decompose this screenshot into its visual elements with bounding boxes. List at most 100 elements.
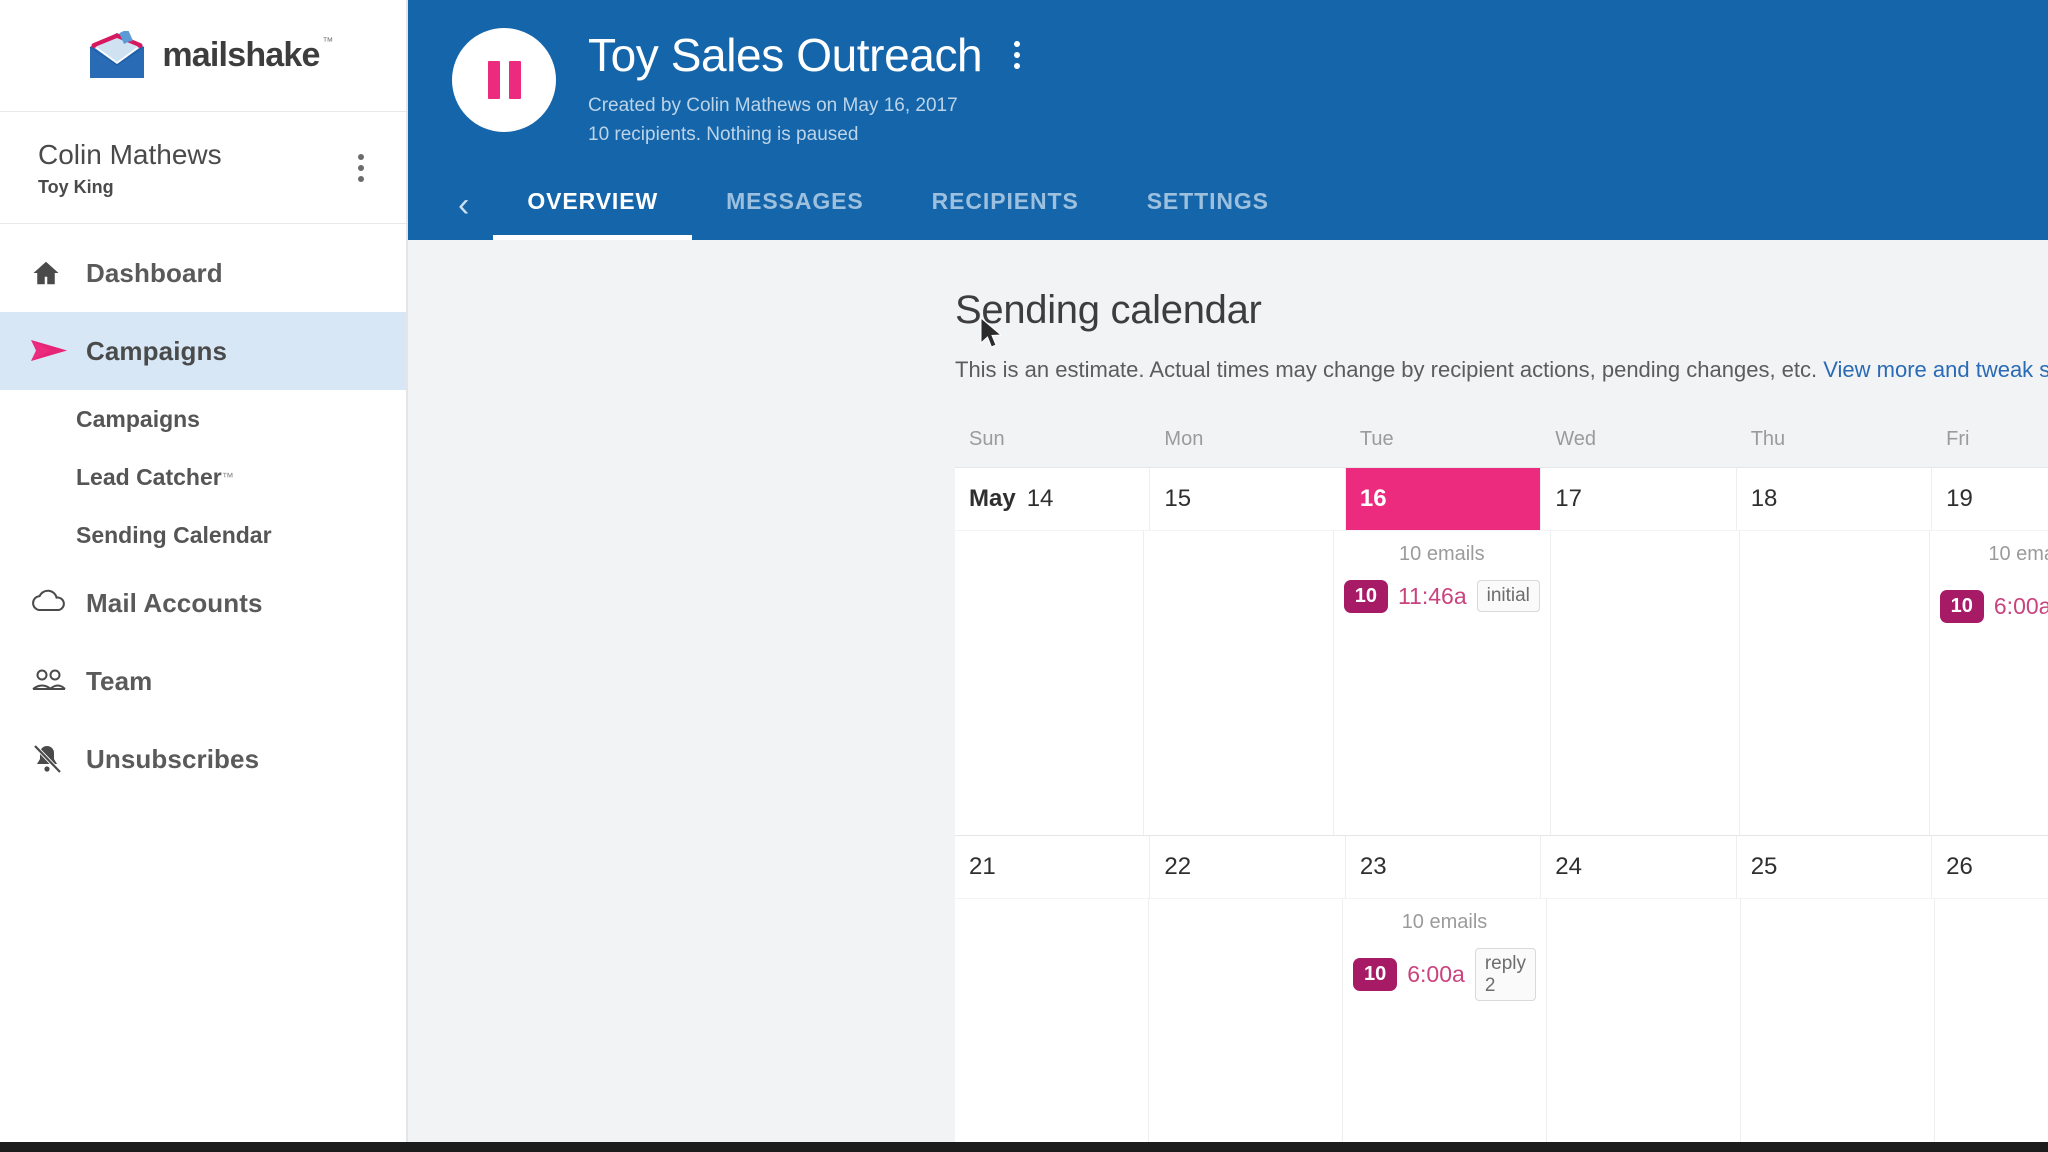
calendar-date-cell[interactable]: 17	[1541, 467, 1737, 530]
calendar-day-cell[interactable]	[1550, 529, 1741, 835]
home-icon	[30, 258, 86, 288]
campaign-created-line: Created by Colin Mathews on May 16, 2017	[588, 94, 958, 116]
calendar-week: 21 22 23 24 25 26 10 emails 10 6:00a rep…	[955, 834, 2048, 1152]
calendar-event[interactable]: 10 11:46a initial	[1343, 579, 1540, 613]
event-count-badge: 10	[1353, 958, 1398, 992]
user-menu-kebab-icon[interactable]	[352, 146, 370, 190]
event-time: 6:00a	[1407, 961, 1465, 988]
calendar-day-cell[interactable]	[955, 897, 1149, 1152]
sidebar-item-campaigns[interactable]: Campaigns	[0, 312, 406, 390]
calendar-day-headers: Sun Mon Tue Wed Thu Fri Sat	[955, 419, 2048, 467]
calendar-date-number: 16	[1359, 484, 1387, 512]
calendar-day-cell[interactable]: 10 emails 10 6:00a reply 2	[1343, 897, 1547, 1152]
tab-settings[interactable]: SETTINGS	[1113, 188, 1303, 240]
calendar-date-cell[interactable]: 22	[1150, 835, 1346, 898]
user-account-row[interactable]: Colin Mathews Toy King	[0, 112, 406, 224]
calendar-date-number: 15	[1164, 484, 1192, 512]
calendar-day-header: Sun	[969, 427, 1005, 450]
tab-overview[interactable]: OVERVIEW	[493, 188, 693, 240]
calendar-date-number: 23	[1359, 852, 1387, 880]
calendar-day-cell[interactable]	[1740, 529, 1930, 835]
emails-count-label: 10 emails	[1988, 542, 2048, 565]
content-area: Sending calendar This is an estimate. Ac…	[408, 240, 2048, 1152]
calendar-body-row: 10 emails 10 11:46a initial 10 email	[955, 529, 2048, 835]
calendar-date-cell[interactable]: 23	[1346, 835, 1542, 898]
sidebar-item-unsubscribes[interactable]: Unsubscribes	[0, 720, 406, 798]
calendar-date-cell[interactable]: 15	[1150, 467, 1346, 530]
sidebar-item-team[interactable]: Team	[0, 642, 406, 720]
calendar-date-cell[interactable]: 19	[1932, 468, 2048, 530]
sidebar-item-mail-accounts[interactable]: Mail Accounts	[0, 564, 406, 642]
sidebar-nav: Dashboard Campaigns Campaigns Lead Catch…	[0, 224, 406, 798]
event-type-tag: initial	[1476, 580, 1540, 613]
calendar-day-header: Wed	[1555, 427, 1597, 450]
people-icon	[30, 667, 86, 695]
calendar-day-cell[interactable]	[1149, 897, 1343, 1152]
emails-count-label: 10 emails	[1399, 542, 1485, 565]
tab-messages[interactable]: MESSAGES	[692, 188, 898, 240]
calendar-day-header: Mon	[1164, 427, 1204, 450]
calendar-date-number: 26	[1946, 852, 1973, 880]
sidebar-subitem-label: Lead Catcher	[76, 463, 222, 490]
bottom-border-band	[0, 1142, 2048, 1152]
sidebar-item-dashboard[interactable]: Dashboard	[0, 234, 406, 312]
sidebar-subitem-sending-calendar[interactable]: Sending Calendar	[0, 506, 406, 564]
brand-logo[interactable]: mailshake ™	[0, 0, 406, 112]
calendar-day-cell[interactable]: 10 emails 10 11:46a initial	[1333, 529, 1551, 835]
tab-recipients[interactable]: RECIPIENTS	[898, 188, 1113, 240]
event-count-badge: 10	[1939, 590, 1984, 624]
page-title: Toy Sales Outreach	[588, 29, 983, 81]
event-time: 11:46a	[1397, 582, 1467, 609]
view-more-settings-link[interactable]: View more and tweak settings	[1823, 357, 2048, 382]
sidebar-item-label: Mail Accounts	[86, 587, 263, 618]
calendar-date-row: May 14 15 16 17 18 19	[955, 466, 2048, 530]
sidebar-subitem-campaigns[interactable]: Campaigns	[0, 390, 406, 448]
chevron-left-icon[interactable]: ‹	[448, 188, 493, 240]
calendar-date-cell[interactable]: 25	[1737, 835, 1933, 898]
section-description-text: This is an estimate. Actual times may ch…	[955, 357, 1818, 382]
calendar-day-header: Fri	[1946, 427, 1970, 450]
calendar-day-cell[interactable]: 10 emails 10 6:00a reply 1	[1929, 529, 2048, 835]
event-type-tag: reply 2	[1474, 947, 1536, 1002]
brand-name: mailshake ™	[162, 36, 333, 74]
event-count-badge: 10	[1343, 579, 1388, 613]
send-arrow-icon	[30, 338, 86, 364]
calendar-day-cell[interactable]	[1935, 897, 2048, 1152]
calendar-body-row: 10 emails 10 6:00a reply 2	[955, 897, 2048, 1152]
user-company: Toy King	[38, 177, 114, 198]
calendar-day-cell[interactable]	[1741, 897, 1935, 1152]
sidebar-subitem-lead-catcher[interactable]: Lead Catcher ™	[0, 448, 406, 506]
calendar-day-header: Thu	[1750, 427, 1786, 450]
calendar-date-number: 18	[1750, 484, 1778, 512]
cloud-icon	[30, 589, 86, 617]
calendar-date-cell[interactable]: 24	[1541, 835, 1737, 898]
sending-calendar: Sun Mon Tue Wed Thu Fri Sat May 14	[955, 419, 2048, 1152]
bell-off-icon	[30, 743, 86, 775]
trademark-mark: ™	[322, 36, 333, 48]
calendar-date-cell[interactable]: 21	[955, 835, 1151, 898]
sidebar-item-label: Dashboard	[86, 257, 223, 288]
calendar-event[interactable]: 10 6:00a reply 1	[1939, 580, 2048, 634]
campaign-tabs: ‹ OVERVIEW MESSAGES RECIPIENTS SETTINGS	[408, 168, 2048, 240]
sidebar-item-label: Team	[86, 665, 153, 696]
calendar-date-number: 24	[1555, 852, 1582, 880]
sidebar-item-label: Unsubscribes	[86, 743, 260, 774]
calendar-event[interactable]: 10 6:00a reply 2	[1353, 947, 1536, 1002]
envelope-logo-icon	[86, 28, 148, 81]
calendar-date-cell[interactable]: May 14	[955, 467, 1151, 530]
calendar-date-row: 21 22 23 24 25 26	[955, 834, 2048, 898]
calendar-week: May 14 15 16 17 18 19 10 emails 10 11:46…	[955, 466, 2048, 835]
calendar-day-cell[interactable]	[1547, 897, 1741, 1152]
pause-icon[interactable]	[452, 28, 556, 132]
sidebar-subitem-label: Campaigns	[76, 405, 200, 432]
calendar-day-cell[interactable]	[1144, 529, 1334, 835]
calendar-date-cell[interactable]: 18	[1737, 467, 1933, 530]
calendar-date-cell-today[interactable]: 16	[1345, 467, 1542, 530]
section-description: This is an estimate. Actual times may ch…	[955, 355, 2048, 386]
emails-count-label: 10 emails	[1401, 910, 1488, 933]
calendar-date-cell[interactable]: 26	[1932, 836, 2048, 898]
campaign-menu-kebab-icon[interactable]	[1008, 33, 1026, 77]
calendar-date-number: 17	[1555, 484, 1582, 512]
calendar-day-cell[interactable]	[955, 529, 1145, 835]
app-root: mailshake ™ Colin Mathews Toy King Dashbo…	[0, 0, 2048, 1152]
